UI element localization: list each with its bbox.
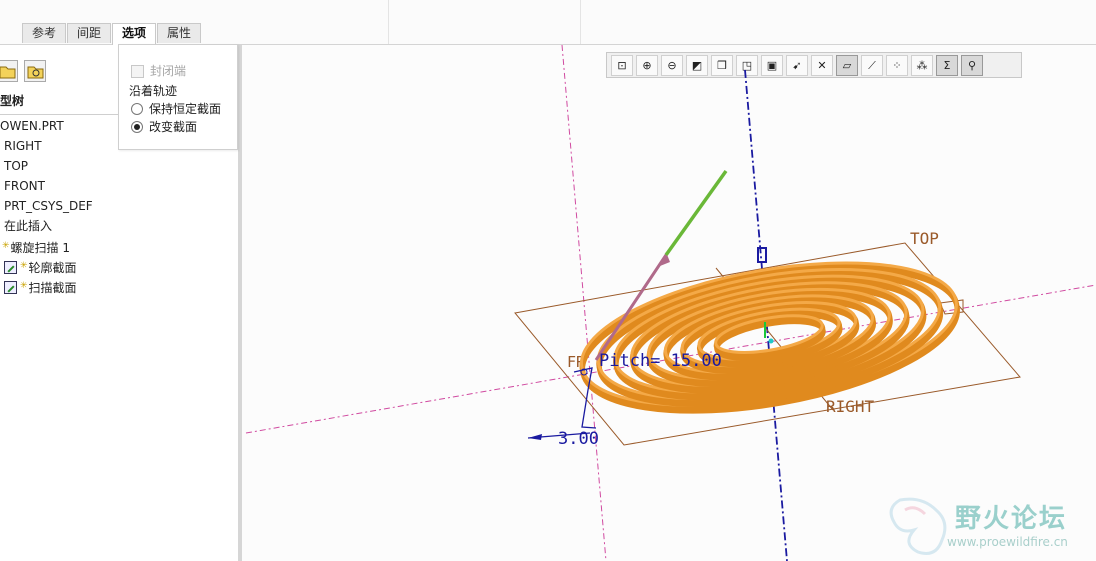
height-dimension[interactable]: 3.00 [558,429,599,449]
tree-item-csys[interactable]: PRT_CSYS_DEF [4,197,93,215]
options-panel: 封闭端 沿着轨迹 保持恒定截面 改变截面 [118,44,238,150]
ribbon-bar: 参考 间距 选项 属性 [0,0,1096,45]
keep-constant-section-option[interactable]: 保持恒定截面 [131,100,221,118]
tab-options[interactable]: 选项 [112,23,157,45]
sketch-icon [4,281,17,294]
ribbon-divider [388,0,389,44]
tab-references[interactable]: 参考 [22,23,67,43]
right-plane-label: RIGHT [826,397,875,416]
tree-item-label: 扫描截面 [28,281,77,295]
along-trajectory-label: 沿着轨迹 [129,84,178,98]
tree-item-sweep-section[interactable]: ✳扫描截面 [4,277,77,295]
dimension-arrow-icon [528,434,542,440]
tree-item-right[interactable]: RIGHT [4,137,42,155]
tree-item-label: 螺旋扫描 1 [10,241,70,255]
ribbon-divider [580,0,581,44]
watermark-text: 野火论坛 [955,504,1068,534]
new-feature-icon: ✳ [20,261,28,271]
tree-item-profile-section[interactable]: ✳轮廓截面 [4,257,77,275]
tree-item-label: 轮廓截面 [28,261,77,275]
start-point-arrow[interactable] [664,169,728,257]
tab-pitch[interactable]: 间距 [67,23,112,43]
folder-icon[interactable] [0,60,18,82]
settings-icon[interactable] [24,60,46,82]
tree-item-insert-here[interactable]: 在此插入 [4,217,52,235]
keep-constant-label: 保持恒定截面 [149,102,222,116]
new-feature-icon: ✳ [2,241,10,251]
vary-section-radio[interactable] [131,121,143,133]
helical-sweep-coil[interactable] [571,238,968,436]
top-plane-label: TOP [910,229,939,248]
tree-item-part[interactable]: OWEN.PRT [0,117,64,135]
axis-marker [757,247,767,263]
keep-constant-radio[interactable] [131,103,143,115]
origin-point [768,338,774,344]
model-tree-header: 型树 [0,94,25,108]
closed-ends-label: 封闭端 [150,64,187,78]
closed-ends-row[interactable]: 封闭端 [131,62,186,80]
vary-section-option[interactable]: 改变截面 [131,118,197,136]
watermark-logo [889,497,947,555]
vary-section-label: 改变截面 [149,120,198,134]
graphics-window[interactable]: TOP RIGHT FR Pitch= 15.00 3.00 [243,45,1096,561]
tree-item-front[interactable]: FRONT [4,177,45,195]
watermark-url: www.proewildfire.cn [947,535,1068,549]
panel-splitter[interactable] [238,45,242,561]
tab-properties[interactable]: 属性 [157,23,202,43]
tree-item-helical-sweep[interactable]: ✳螺旋扫描 1 [2,237,70,255]
pitch-dimension[interactable]: Pitch= 15.00 [599,351,722,371]
closed-ends-checkbox[interactable] [131,64,144,78]
sketch-icon [4,261,17,274]
tree-item-top[interactable]: TOP [4,157,28,175]
dashboard-tabs: 参考 间距 选项 属性 [22,23,202,45]
new-feature-icon: ✳ [20,281,28,291]
